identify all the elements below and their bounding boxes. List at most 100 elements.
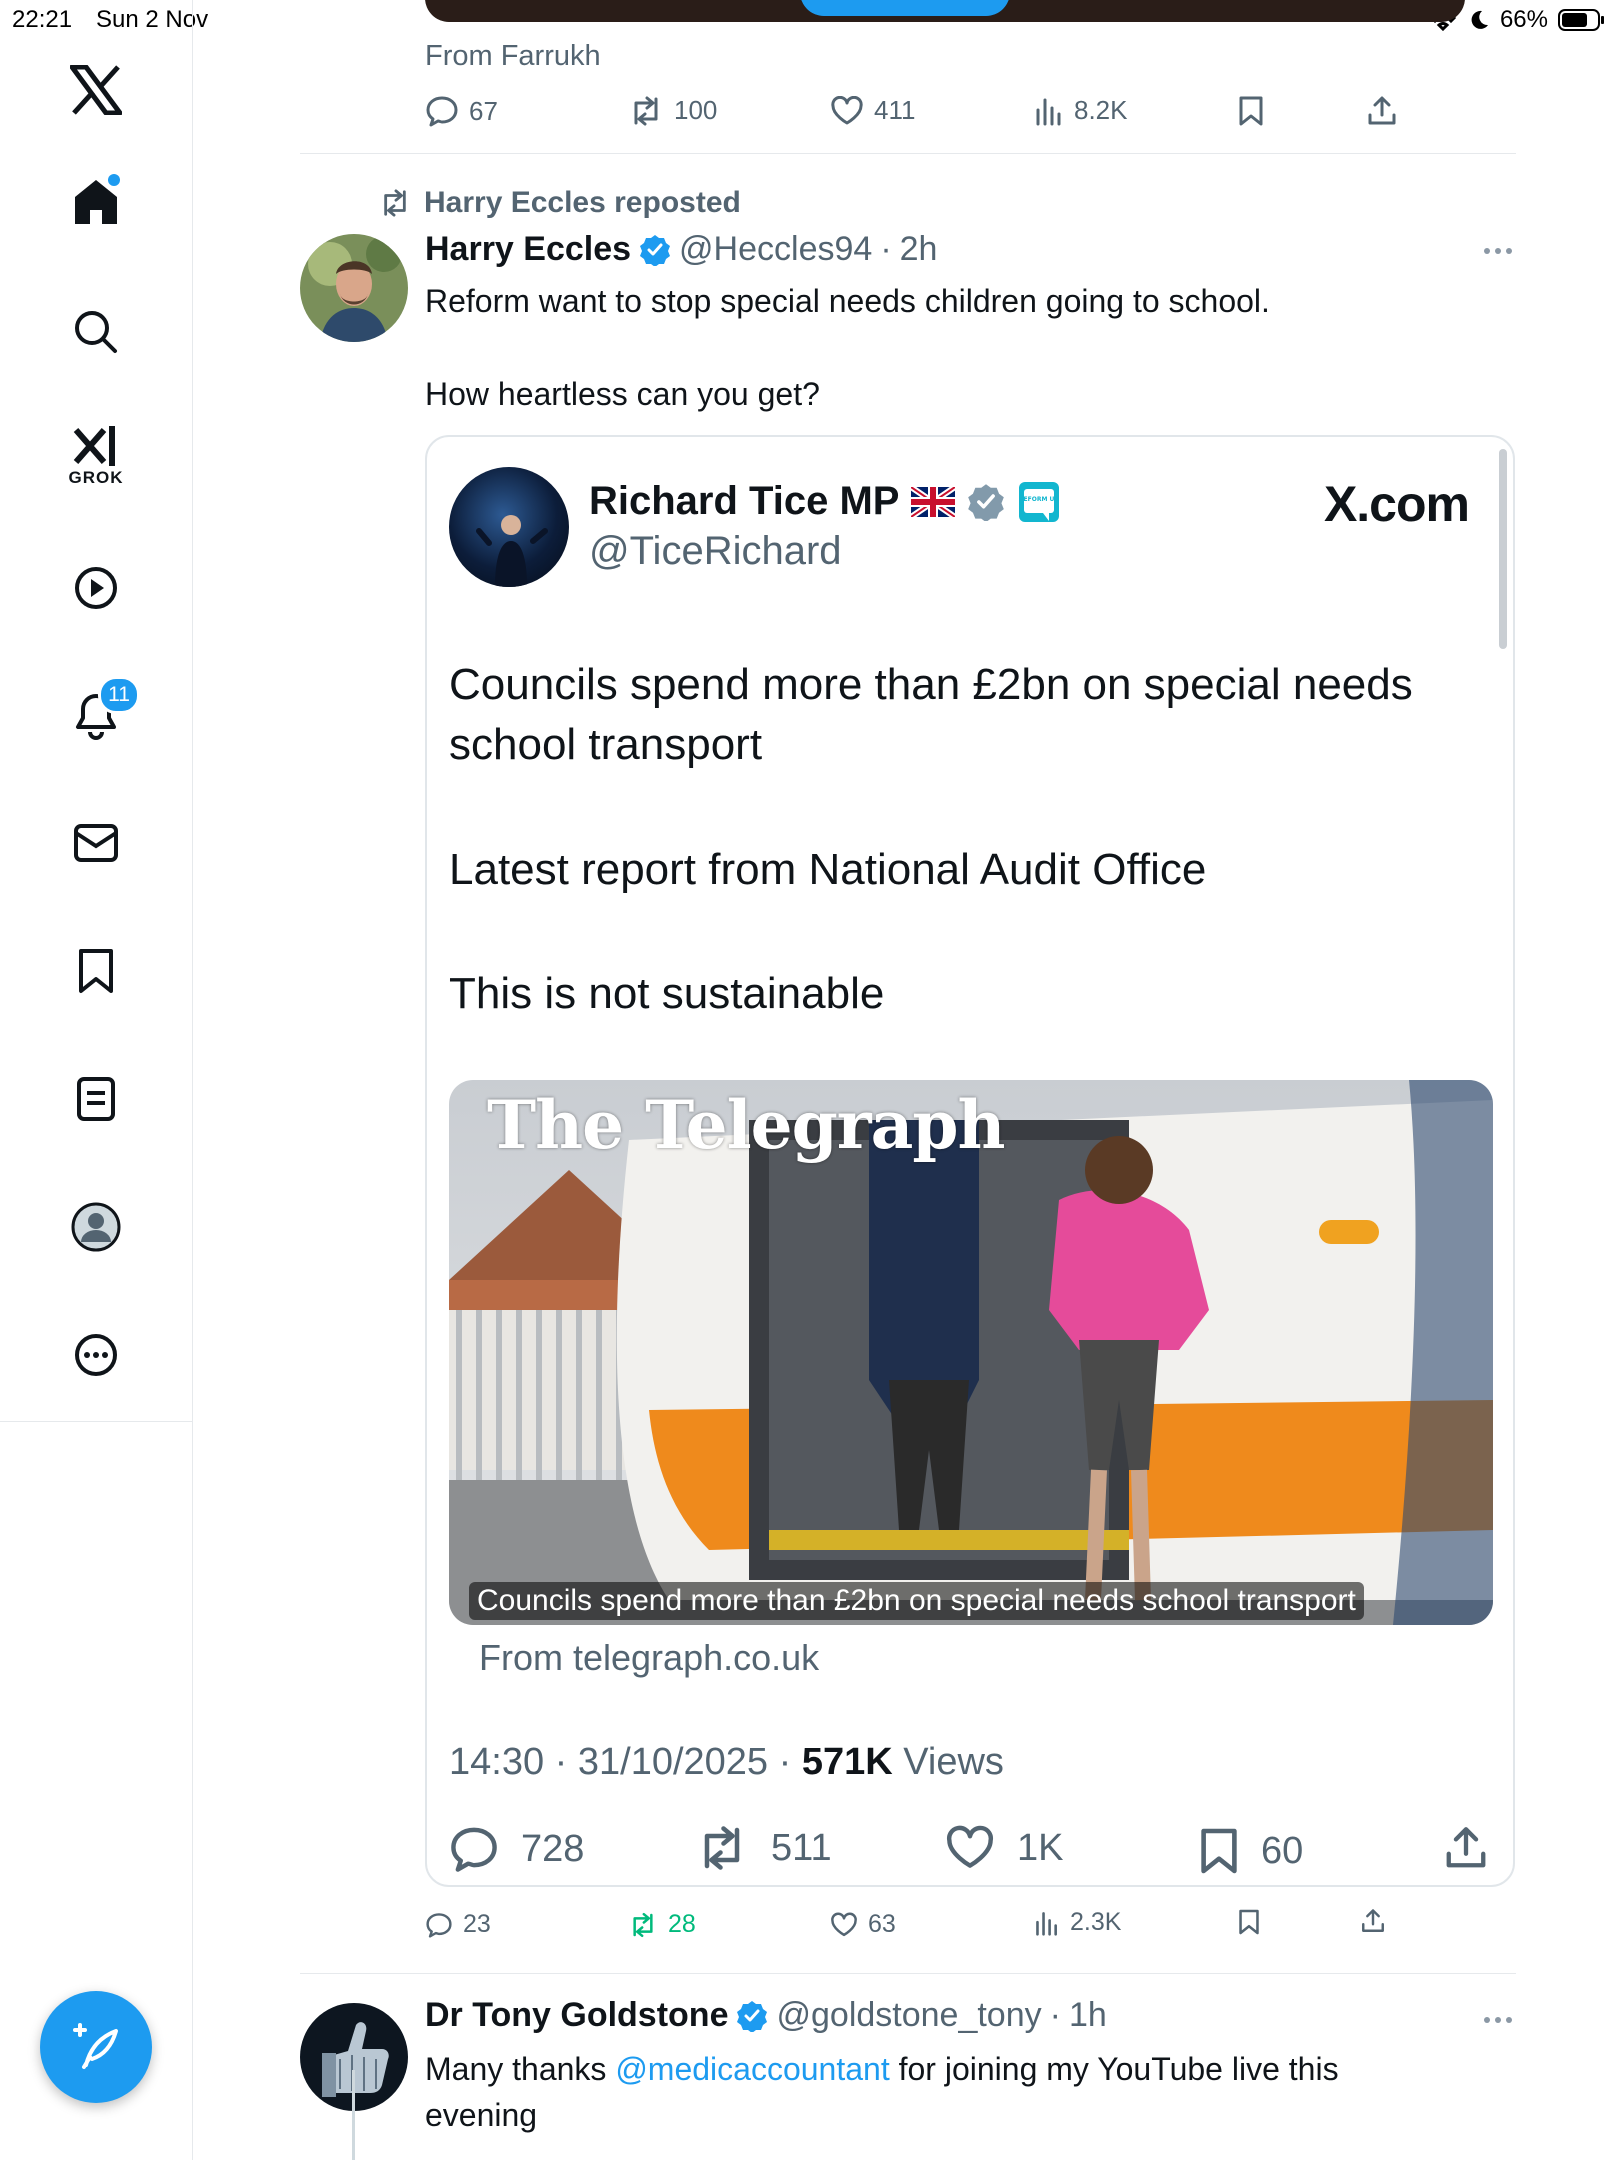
- mail-icon: [74, 824, 118, 862]
- next-tweet-text: Many thanks @medicaccountant for joining…: [425, 2046, 1515, 2092]
- repost-icon: [634, 96, 658, 125]
- embedded-reply-count: 728: [521, 1827, 585, 1870]
- separator-dot: ·: [1049, 1996, 1061, 2034]
- avatar[interactable]: [300, 234, 408, 342]
- x-logo-icon[interactable]: [66, 60, 126, 120]
- bookmark-icon: [1201, 1828, 1237, 1874]
- next-tweet-author-line: Dr Tony Goldstone @goldstone_tony · 1h: [425, 1996, 1107, 2035]
- embedded-avatar[interactable]: [449, 467, 569, 587]
- play-icon: [75, 567, 117, 609]
- tweet-more-button[interactable]: [1478, 236, 1518, 266]
- sidebar-item-notifications[interactable]: 11: [66, 676, 140, 746]
- embedded-timestamp[interactable]: 14:30 · 31/10/2025 ·: [449, 1741, 802, 1783]
- embedded-author-handle[interactable]: @TiceRichard: [589, 529, 842, 574]
- tweet-bookmark-button[interactable]: [1238, 1908, 1260, 1936]
- verified-gray-badge-icon: [967, 483, 1005, 521]
- tweet-text-line-1: Reform want to stop special needs childr…: [425, 283, 1270, 319]
- repost-button[interactable]: 100: [628, 95, 717, 126]
- bookmark-button[interactable]: [1238, 95, 1264, 127]
- grok-label: GROK: [68, 468, 124, 487]
- tweet-text-line-2: How heartless can you get?: [425, 376, 820, 412]
- reply-icon: [426, 96, 458, 127]
- sidebar-divider: [0, 1421, 192, 1422]
- previous-tweet-media[interactable]: [425, 0, 1465, 22]
- reply-icon: [426, 1912, 452, 1938]
- repost-icon: [384, 189, 406, 217]
- profile-icon: [71, 1202, 121, 1252]
- next-author-handle[interactable]: @goldstone_tony: [776, 1996, 1041, 2035]
- notifications-badge: 11: [98, 676, 140, 714]
- sidebar-item-search[interactable]: [66, 302, 126, 362]
- battery-icon: [1558, 8, 1606, 32]
- telegraph-logo: The Telegraph: [487, 1086, 1005, 1164]
- embedded-bookmark-count: 60: [1261, 1829, 1304, 1872]
- thread-connector-line: [352, 2070, 355, 2160]
- next-tweet-more-button[interactable]: [1478, 2005, 1518, 2035]
- embedded-bookmark-button[interactable]: 60: [1199, 1825, 1303, 1877]
- heart-icon: [831, 1912, 857, 1936]
- next-author-name[interactable]: Dr Tony Goldstone: [425, 1996, 728, 2035]
- bookmark-icon: [1239, 1909, 1259, 1935]
- sidebar-item-home[interactable]: [66, 172, 126, 232]
- sidebar-item-messages[interactable]: [66, 813, 126, 873]
- repost-context-label: Harry Eccles reposted: [424, 186, 741, 219]
- embedded-views-label: Views: [903, 1741, 1004, 1783]
- verified-badge-icon: [736, 2000, 768, 2032]
- reply-button[interactable]: 67: [425, 95, 498, 127]
- tweet-repost-button[interactable]: 28: [628, 1910, 696, 1939]
- previous-tweet-source: From Farrukh: [425, 40, 601, 72]
- mention-link[interactable]: @medicaccountant: [615, 2051, 889, 2087]
- tweet-views-button[interactable]: 2.3K: [1034, 1908, 1121, 1937]
- next-tweet-time[interactable]: 1h: [1069, 1996, 1107, 2035]
- views-icon: [1036, 98, 1061, 125]
- repost-count: 100: [674, 95, 718, 125]
- bookmark-icon: [1239, 96, 1263, 126]
- embedded-author-line: Richard Tice MP REFORM UK: [589, 479, 1061, 524]
- tweet-reply-button[interactable]: 23: [425, 1910, 491, 1939]
- tweet-divider: [300, 1973, 1516, 1974]
- embedded-author-name[interactable]: Richard Tice MP: [589, 479, 899, 524]
- next-tweet-text-before: Many thanks: [425, 2051, 616, 2087]
- card-scrollbar[interactable]: [1499, 449, 1507, 649]
- lists-icon: [77, 1077, 115, 1121]
- embedded-views-count: 571K: [801, 1741, 893, 1783]
- uk-flag-icon: [911, 486, 956, 517]
- repost-active-icon: [633, 1912, 653, 1937]
- sidebar-item-grok[interactable]: GROK: [66, 424, 126, 494]
- sidebar-item-lists[interactable]: [66, 1069, 126, 1129]
- repost-context[interactable]: Harry Eccles reposted: [378, 186, 741, 220]
- embedded-text-para-1: Councils spend more than £2bn on special…: [449, 660, 1413, 769]
- views-button[interactable]: 8.2K: [1034, 95, 1128, 126]
- author-handle[interactable]: @Heccles94: [679, 230, 872, 269]
- compose-button[interactable]: [40, 1991, 152, 2103]
- tweet-reply-count: 23: [463, 1910, 491, 1938]
- embedded-link-source[interactable]: From telegraph.co.uk: [479, 1637, 819, 1679]
- next-tweet-text-line-2: evening: [425, 2097, 538, 2133]
- tweet-share-button[interactable]: [1360, 1908, 1386, 1934]
- embedded-like-button[interactable]: 1K: [945, 1825, 1063, 1871]
- more-dot: [1495, 2017, 1501, 2023]
- embedded-text-para-3: This is not sustainable: [449, 969, 885, 1018]
- sidebar-item-video[interactable]: [66, 558, 126, 618]
- tweet-like-count: 63: [868, 1910, 896, 1938]
- tweet-time[interactable]: 2h: [900, 230, 938, 269]
- verified-badge-icon: [639, 234, 671, 266]
- tweet-like-button[interactable]: 63: [830, 1910, 896, 1939]
- like-count: 411: [874, 95, 916, 125]
- reply-count: 67: [469, 95, 498, 126]
- sidebar-item-more[interactable]: [66, 1325, 126, 1385]
- embedded-tweet-card[interactable]: Richard Tice MP REFORM UK @TiceRichard X…: [425, 435, 1515, 1887]
- embedded-link-image[interactable]: The Telegraph Councils spend more than £…: [449, 1080, 1493, 1625]
- sidebar-item-bookmarks[interactable]: [66, 941, 126, 1001]
- views-icon: [1036, 1911, 1057, 1936]
- embedded-repost-button[interactable]: 511: [695, 1825, 832, 1871]
- share-button[interactable]: [1366, 95, 1398, 127]
- sidebar-item-profile[interactable]: [66, 1197, 126, 1257]
- embedded-share-button[interactable]: [1443, 1825, 1489, 1871]
- author-name[interactable]: Harry Eccles: [425, 230, 631, 269]
- share-icon: [1368, 96, 1396, 125]
- like-button[interactable]: 411: [830, 95, 915, 126]
- more-dot: [1506, 2017, 1512, 2023]
- heart-icon: [946, 1825, 994, 1868]
- embedded-reply-button[interactable]: 728: [449, 1825, 584, 1873]
